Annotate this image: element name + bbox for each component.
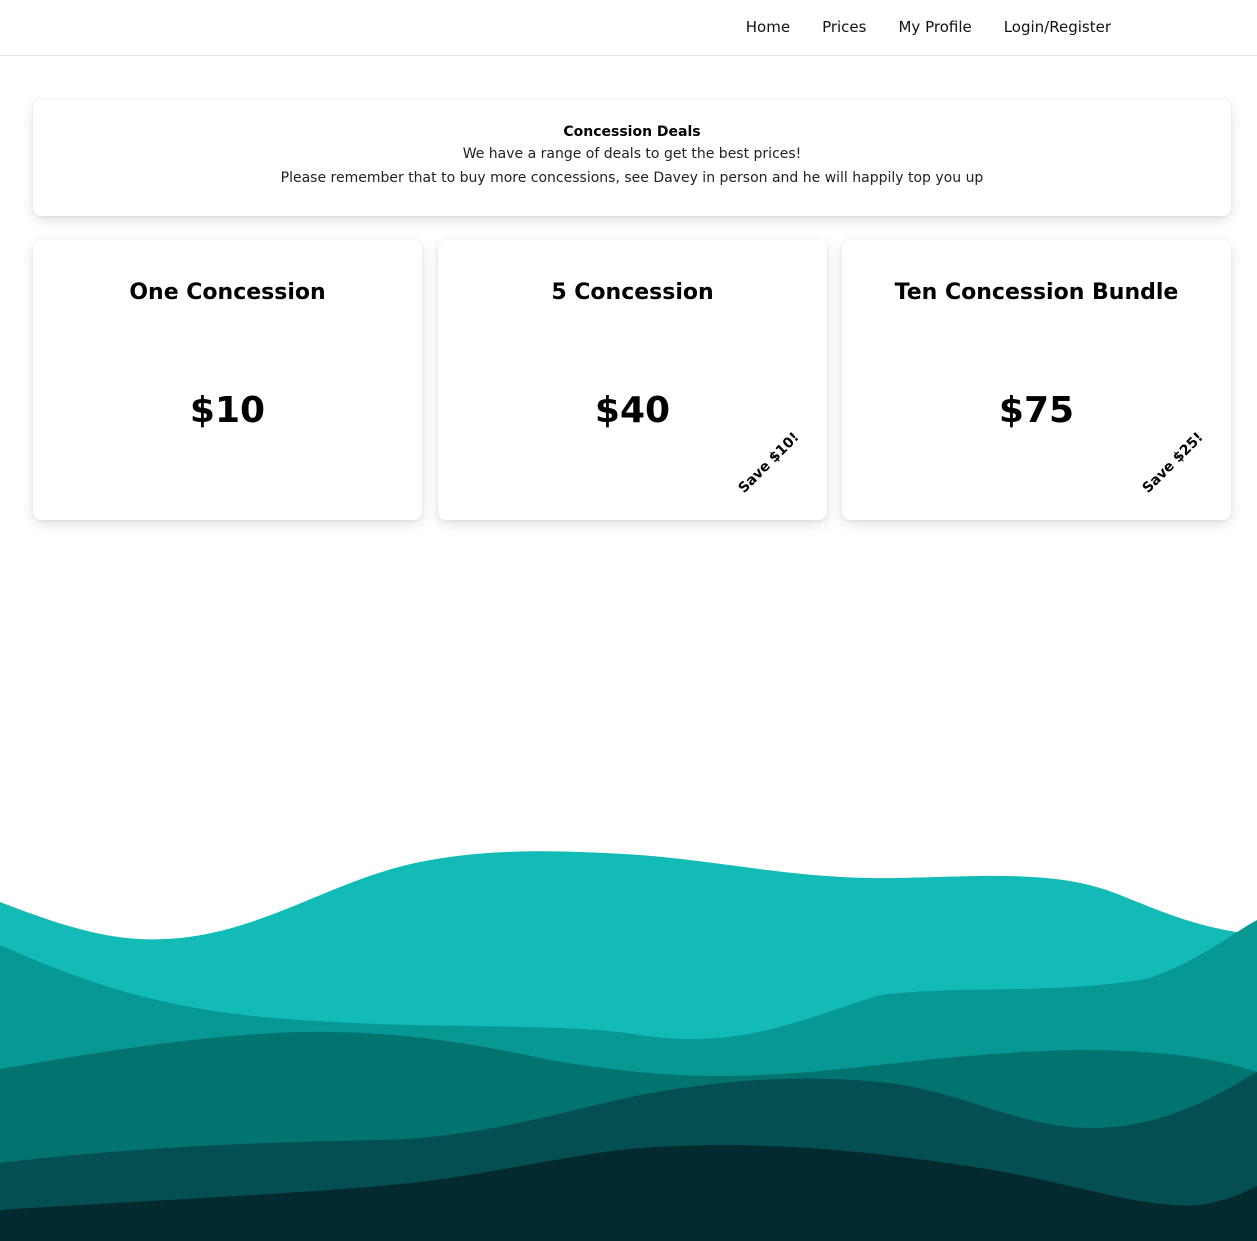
decorative-waves	[0, 851, 1257, 1241]
nav-login-register-link[interactable]: Login/Register	[1004, 18, 1111, 36]
info-line-1: We have a range of deals to get the best…	[462, 146, 802, 162]
card-title: One Concession	[129, 280, 326, 305]
card-title: 5 Concession	[551, 280, 714, 305]
card-title: Ten Concession Bundle	[894, 280, 1179, 305]
price-card-one-concession[interactable]: One Concession $10	[33, 240, 422, 520]
info-title: Concession Deals	[563, 124, 701, 140]
price-card-5-concession[interactable]: 5 Concession $40 Save $10!	[438, 240, 827, 520]
nav-home-link[interactable]: Home	[746, 18, 790, 36]
save-badge: Save $10!	[735, 429, 803, 497]
concession-deals-card: Concession Deals We have a range of deal…	[33, 100, 1231, 216]
card-price: $40	[594, 390, 671, 431]
card-price: $75	[998, 390, 1075, 431]
price-card-ten-concession-bundle[interactable]: Ten Concession Bundle $75 Save $25!	[842, 240, 1231, 520]
navbar: Home Prices My Profile Login/Register	[0, 0, 1257, 56]
nav-my-profile-link[interactable]: My Profile	[898, 18, 971, 36]
nav-prices-link[interactable]: Prices	[822, 18, 866, 36]
info-line-2: Please remember that to buy more concess…	[280, 170, 984, 186]
card-price: $10	[189, 390, 266, 431]
nav-links: Home Prices My Profile Login/Register	[746, 0, 1111, 54]
page: Home Prices My Profile Login/Register Co…	[0, 0, 1257, 1241]
save-badge: Save $25!	[1139, 429, 1207, 497]
